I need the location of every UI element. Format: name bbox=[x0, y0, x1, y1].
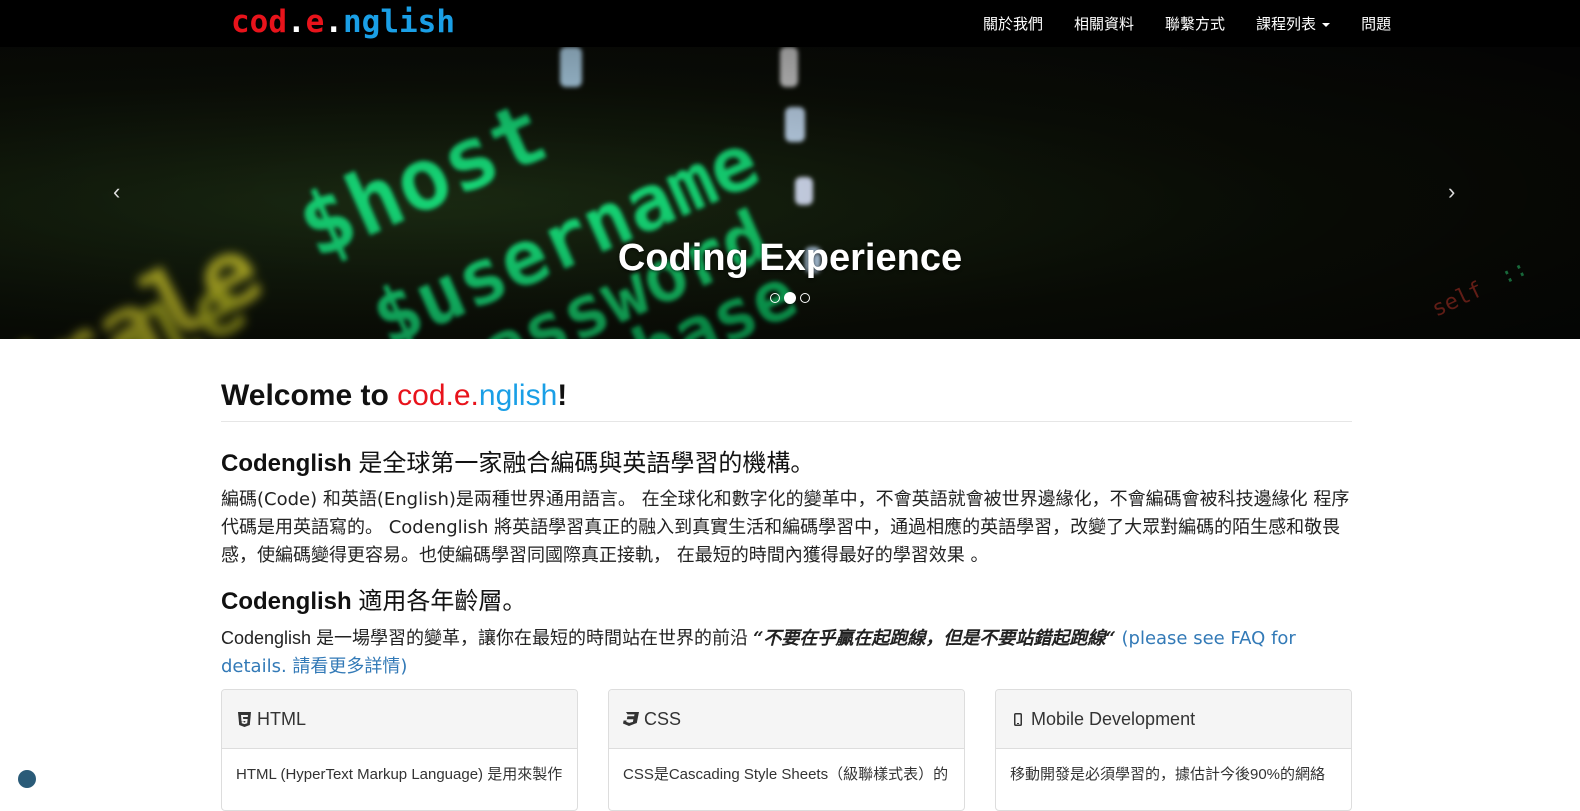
panel-heading: CSS bbox=[609, 690, 964, 749]
welcome-logo-red: cod.e. bbox=[397, 379, 479, 412]
carousel-caption: Coding Experience bbox=[617, 237, 963, 279]
mobile-icon bbox=[1010, 712, 1026, 726]
carousel-prev-control[interactable]: ‹ bbox=[113, 179, 120, 205]
caret-down-icon bbox=[1322, 22, 1331, 27]
ages-paragraph: Codenglish 是一場學習的變革，讓你在最短的時間站在世界的前沿 “不要在… bbox=[221, 624, 1355, 681]
top-navbar: cod.e.nglish 關於我們 相關資料 聯繫方式 課程列表 問題 bbox=[0, 0, 1580, 47]
page-title: Welcome to cod.e.nglish! bbox=[221, 379, 567, 413]
heading-zh: 是全球第一家融合編碼與英語學習的機構。 bbox=[358, 449, 815, 477]
course-panel-html[interactable]: HTML HTML (HyperText Markup Language) 是用… bbox=[221, 689, 578, 811]
nav-courses-label: 課程列表 bbox=[1256, 15, 1317, 33]
intro-paragraph: 編碼(Code) 和英語(English)是兩種世界通用語言。 在全球化和數字化… bbox=[221, 489, 1350, 566]
panel-body: CSS是Cascading Style Sheets（級聯樣式表）的 bbox=[623, 766, 949, 783]
css3-icon bbox=[623, 712, 639, 726]
nav-contact[interactable]: 聯繫方式 bbox=[1165, 13, 1225, 34]
brand-part-nglish: nglish bbox=[343, 4, 455, 40]
nav-faq[interactable]: 問題 bbox=[1361, 13, 1391, 34]
carousel-indicator[interactable] bbox=[770, 293, 780, 303]
nav-resources[interactable]: 相關資料 bbox=[1074, 13, 1134, 34]
heading-en: Codenglish bbox=[221, 450, 359, 477]
course-panel-mobile[interactable]: Mobile Development 移動開發是必須學習的，據估計今後90%的網… bbox=[995, 689, 1352, 811]
slogan-quote: “不要在乎贏在起跑線，但是不要站錯起跑線“ bbox=[753, 628, 1116, 649]
welcome-prefix: Welcome to bbox=[221, 379, 398, 412]
carousel-indicator[interactable] bbox=[800, 293, 810, 303]
heading-zh: 適用各年齡層。 bbox=[358, 587, 527, 615]
welcome-logo-blue: nglish bbox=[478, 379, 558, 412]
welcome-suffix: ! bbox=[557, 379, 568, 412]
hero-carousel: Hrale rale $host $username $password $da… bbox=[0, 47, 1580, 339]
brand-part-e: e bbox=[305, 4, 325, 40]
carousel-indicators bbox=[0, 292, 1580, 304]
panel-heading: Mobile Development bbox=[996, 690, 1351, 749]
carousel-indicator-active[interactable] bbox=[784, 292, 796, 304]
divider bbox=[221, 421, 1352, 422]
section-heading-intro: Codenglish 是全球第一家融合編碼與英語學習的機構。 bbox=[221, 443, 814, 478]
chat-widget-icon[interactable] bbox=[18, 770, 36, 788]
brand-logo[interactable]: cod.e.nglish bbox=[231, 3, 455, 41]
brand-part-cod: cod bbox=[231, 4, 287, 40]
carousel-next-control[interactable]: › bbox=[1448, 179, 1455, 205]
course-panel-css[interactable]: CSS CSS是Cascading Style Sheets（級聯樣式表）的 bbox=[608, 689, 965, 811]
panel-body: HTML (HyperText Markup Language) 是用來製作 bbox=[236, 766, 563, 783]
section-heading-ages: Codenglish 適用各年齡層。 bbox=[221, 581, 526, 616]
brand-dot: . bbox=[324, 4, 344, 40]
nav-menu: 關於我們 相關資料 聯繫方式 課程列表 問題 bbox=[983, 0, 1391, 47]
panel-title: Mobile Development bbox=[1031, 708, 1196, 729]
brand-dot: . bbox=[287, 4, 306, 40]
heading-en: Codenglish bbox=[221, 588, 359, 615]
nav-courses-dropdown[interactable]: 課程列表 bbox=[1256, 13, 1331, 34]
panel-title: CSS bbox=[644, 708, 682, 729]
panel-heading: HTML bbox=[222, 690, 577, 749]
html5-icon bbox=[236, 711, 252, 727]
nav-about[interactable]: 關於我們 bbox=[983, 13, 1043, 34]
panel-body: 移動開發是必須學習的，據估計今後90%的網絡 bbox=[1010, 766, 1326, 783]
panel-title: HTML bbox=[257, 708, 306, 729]
ages-lead-text: Codenglish 是一場學習的變革，讓你在最短的時間站在世界的前沿 bbox=[221, 628, 754, 648]
